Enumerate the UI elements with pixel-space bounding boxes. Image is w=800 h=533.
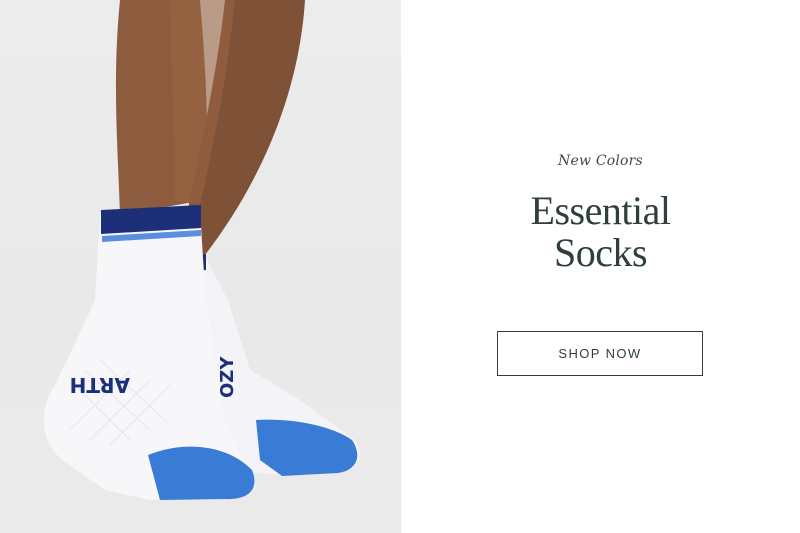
headline: Essential Socks xyxy=(401,190,800,274)
headline-line-2: Socks xyxy=(553,230,648,275)
promo-content: New Colors Essential Socks SHOP NOW xyxy=(401,0,800,533)
eyebrow-text: New Colors xyxy=(558,153,643,169)
promo-banner: ARTH OZY New Colors Essential Socks SHOP… xyxy=(0,0,800,533)
headline-line-1: Essential xyxy=(530,188,671,233)
shop-now-button[interactable]: SHOP NOW xyxy=(497,331,703,376)
socks-illustration: ARTH OZY xyxy=(43,0,360,500)
sock-print-left: ARTH xyxy=(70,373,130,397)
sock-print-right: OZY xyxy=(217,356,238,398)
product-photo: ARTH OZY xyxy=(0,0,401,533)
